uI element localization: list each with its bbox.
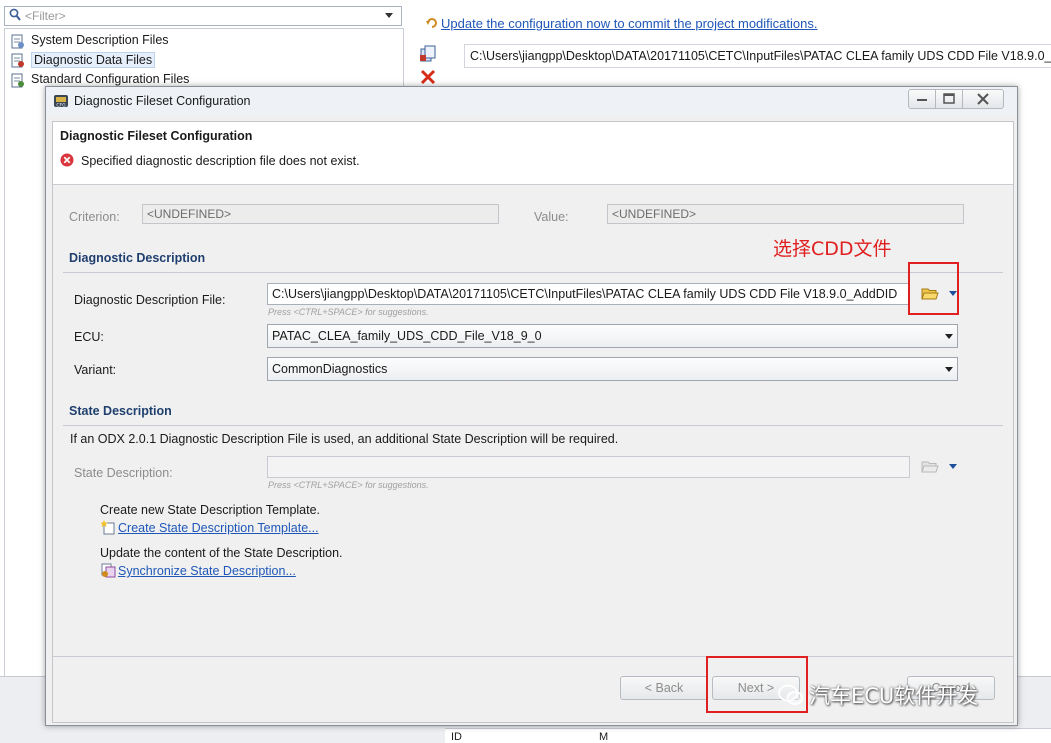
close-button[interactable] [962,89,1004,109]
diag-file-hint: Press <CTRL+SPACE> for suggestions. [268,307,429,317]
document-icon [11,34,24,49]
update-configuration-link[interactable]: Update the configuration now to commit t… [426,16,817,31]
error-icon [60,153,74,167]
ecu-label: ECU: [74,330,104,344]
dialog-body: Diagnostic Fileset Configuration Specifi… [52,121,1014,723]
header-title: Diagnostic Fileset Configuration [60,129,253,143]
add-file-icon[interactable] [419,45,437,63]
criterion-value: <UNDEFINED> [147,207,232,221]
value-label: Value: [534,210,569,224]
watermark-text: 汽车ECU软件开发 [809,684,979,708]
search-icon [9,8,21,21]
close-icon [977,93,989,105]
variant-label: Variant: [74,363,117,377]
chevron-down-icon [945,367,953,372]
update-link-text: Update the configuration now to commit t… [441,16,818,31]
create-template-text: Create new State Description Template. [100,503,321,517]
diagnostic-fileset-dialog: CFG Diagnostic Fileset Configuration Dia… [45,86,1018,726]
create-template-link[interactable]: Create State Description Template... [118,521,319,535]
section-diagnostic-description: Diagnostic Description [69,251,206,265]
error-message: Specified diagnostic description file do… [81,154,360,168]
diag-file-value: C:\Users\jiangpp\Desktop\DATA\20171105\C… [272,287,898,301]
wechat-icon [778,684,804,705]
bottom-table-header: ID M [445,728,1051,743]
section-divider [63,272,1003,273]
ecu-select[interactable]: PATAC_CLEA_family_UDS_CDD_File_V18_9_0 [267,324,958,348]
dialog-header: Diagnostic Fileset Configuration Specifi… [53,122,1013,185]
state-note: If an ODX 2.0.1 Diagnostic Description F… [70,432,619,446]
app-icon: CFG [54,95,68,109]
back-button[interactable]: < Back [620,676,708,700]
maximize-icon [943,93,955,104]
column-header-m: M [599,731,609,743]
dialog-titlebar[interactable]: CFG Diagnostic Fileset Configuration [46,87,1017,115]
synchronize-link[interactable]: Synchronize State Description... [118,564,296,578]
tree-item-label: Diagnostic Data Files [31,52,156,68]
document-icon [11,73,24,88]
variant-value: CommonDiagnostics [272,362,388,376]
tree-item-label: System Description Files [31,33,169,47]
diagnostic-file-path-field[interactable]: C:\Users\jiangpp\Desktop\DATA\20171105\C… [464,44,1051,68]
filter-placeholder: <Filter> [25,9,66,23]
state-description-label: State Description: [74,466,173,480]
value-value: <UNDEFINED> [612,207,697,221]
document-icon [11,53,24,68]
chevron-down-icon [945,334,953,339]
path-value: C:\Users\jiangpp\Desktop\DATA\20171105\C… [470,49,1051,63]
diag-file-label: Diagnostic Description File: [74,293,226,307]
highlight-browse-box [908,262,959,315]
select-cdd-callout: 选择CDD文件 [773,238,892,260]
dialog-title: Diagnostic Fileset Configuration [74,94,251,108]
state-description-input[interactable] [267,456,910,478]
sync-text: Update the content of the State Descript… [100,546,343,560]
delete-icon[interactable] [419,68,437,86]
value-field: <UNDEFINED> [607,204,964,224]
variant-select[interactable]: CommonDiagnostics [267,357,958,381]
maximize-button[interactable] [935,89,963,109]
diag-file-input[interactable]: C:\Users\jiangpp\Desktop\DATA\20171105\C… [267,283,910,305]
column-header-id: ID [451,731,462,743]
filter-dropdown-icon[interactable] [385,13,393,18]
footer-divider [53,656,1013,657]
section-divider [63,425,1003,426]
browse-dropdown-icon[interactable] [949,464,957,469]
browse-folder-icon[interactable] [921,460,939,474]
state-description-hint: Press <CTRL+SPACE> for suggestions. [268,480,429,490]
criterion-label: Criterion: [69,210,120,224]
minimize-icon [917,99,927,101]
criterion-field: <UNDEFINED> [142,204,499,224]
minimize-button[interactable] [908,89,936,109]
new-template-icon [101,520,115,535]
tree-item-label: Standard Configuration Files [31,72,190,86]
refresh-icon [426,18,437,28]
svg-text:CFG: CFG [56,103,66,109]
filter-input[interactable]: <Filter> [4,6,402,26]
ecu-value: PATAC_CLEA_family_UDS_CDD_File_V18_9_0 [272,329,542,343]
section-state-description: State Description [69,404,172,418]
synchronize-icon [101,563,116,578]
